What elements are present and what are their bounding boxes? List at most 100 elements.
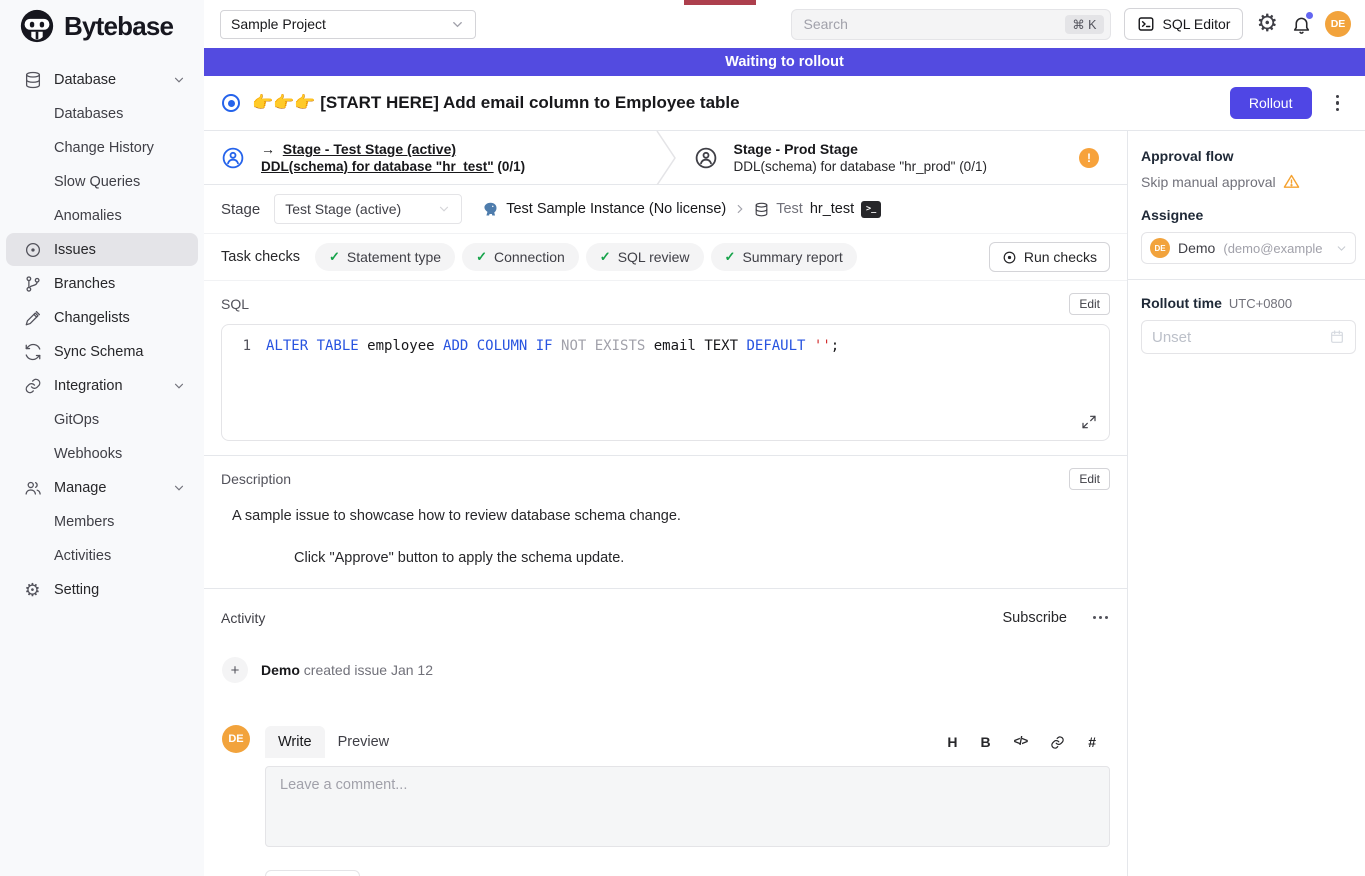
stage-cards: → Stage - Test Stage (active) DDL(schema… bbox=[204, 131, 1127, 185]
sidebar-item-label: Webhooks bbox=[54, 446, 122, 462]
sidebar-item-anomalies[interactable]: Anomalies bbox=[6, 199, 198, 232]
stage-card-test[interactable]: → Stage - Test Stage (active) DDL(schema… bbox=[204, 131, 655, 184]
sidebar-item-label: Slow Queries bbox=[54, 174, 140, 190]
issue-icon bbox=[23, 240, 42, 259]
link-icon bbox=[23, 376, 42, 395]
instance-name[interactable]: Test Sample Instance (No license) bbox=[506, 201, 726, 217]
run-checks-button[interactable]: Run checks bbox=[989, 242, 1110, 272]
sidebar: Bytebase Database Databases Change Histo… bbox=[0, 0, 204, 876]
sidebar-item-database[interactable]: Database bbox=[6, 63, 198, 96]
environment-label: Test bbox=[776, 201, 803, 217]
stage-separator-chevron bbox=[655, 131, 677, 184]
stage-name: Stage - Prod Stage bbox=[734, 141, 987, 157]
subscribe-button[interactable]: Subscribe bbox=[1003, 610, 1067, 626]
check-icon: ✓ bbox=[600, 249, 611, 265]
check-pill-connection[interactable]: ✓Connection bbox=[462, 243, 579, 271]
database-icon bbox=[23, 70, 42, 89]
sidebar-item-databases[interactable]: Databases bbox=[6, 97, 198, 130]
check-pill-sql-review[interactable]: ✓SQL review bbox=[586, 243, 704, 271]
tab-preview[interactable]: Preview bbox=[325, 726, 403, 758]
sidebar-item-integration[interactable]: Integration bbox=[6, 369, 198, 402]
pencil-ruler-icon bbox=[23, 308, 42, 327]
sidebar-item-label: Change History bbox=[54, 140, 154, 156]
rollout-time-input[interactable]: Unset bbox=[1141, 320, 1356, 354]
check-icon: ✓ bbox=[725, 249, 736, 265]
comment-submit-button[interactable]: Comment bbox=[265, 870, 360, 876]
stage-label: Stage bbox=[221, 201, 260, 218]
calendar-icon bbox=[1329, 329, 1345, 345]
sidebar-item-slow-queries[interactable]: Slow Queries bbox=[6, 165, 198, 198]
rollout-time-title: Rollout time bbox=[1141, 295, 1222, 311]
plus-icon: + bbox=[222, 657, 248, 683]
sidebar-item-changelists[interactable]: Changelists bbox=[6, 301, 198, 334]
description-section: Description Edit A sample issue to showc… bbox=[204, 456, 1127, 589]
activity-menu-button[interactable] bbox=[1091, 612, 1110, 623]
sql-edit-button[interactable]: Edit bbox=[1069, 293, 1110, 315]
stage-select[interactable]: Test Stage (active) bbox=[274, 194, 462, 224]
rollout-time-value: Unset bbox=[1152, 329, 1191, 346]
chevron-down-icon bbox=[437, 202, 451, 216]
issue-title: 👉👉👉 [START HERE] Add email column to Emp… bbox=[252, 93, 740, 113]
check-pill-summary-report[interactable]: ✓Summary report bbox=[711, 243, 857, 271]
project-selector-value: Sample Project bbox=[231, 16, 326, 32]
stage-card-prod[interactable]: Stage - Prod Stage DDL(schema) for datab… bbox=[677, 131, 1128, 184]
app-root: Bytebase Database Databases Change Histo… bbox=[0, 0, 1365, 876]
sidebar-item-branches[interactable]: Branches bbox=[6, 267, 198, 300]
stage-detail: DDL(schema) for database "hr_prod" (0/1) bbox=[734, 159, 987, 174]
sql-editor-button[interactable]: SQL Editor bbox=[1124, 8, 1244, 40]
branch-icon bbox=[23, 274, 42, 293]
task-checks-label: Task checks bbox=[221, 249, 300, 265]
sidebar-item-sync-schema[interactable]: Sync Schema bbox=[6, 335, 198, 368]
sidebar-item-members[interactable]: Members bbox=[6, 505, 198, 538]
brand-name: Bytebase bbox=[64, 11, 173, 42]
chevron-down-icon bbox=[450, 17, 465, 32]
sidebar-item-activities[interactable]: Activities bbox=[6, 539, 198, 572]
search-placeholder: Search bbox=[804, 16, 848, 32]
notifications-button[interactable] bbox=[1291, 14, 1312, 35]
stage-detail: DDL(schema) for database "hr_test" bbox=[261, 159, 494, 174]
check-pill-statement-type[interactable]: ✓Statement type bbox=[315, 243, 455, 271]
sidebar-nav: Database Databases Change History Slow Q… bbox=[0, 52, 204, 607]
sidebar-item-change-history[interactable]: Change History bbox=[6, 131, 198, 164]
link-icon[interactable] bbox=[1050, 735, 1065, 750]
issue-side-panel: Approval flow Skip manual approval Assig… bbox=[1127, 131, 1365, 876]
tab-write[interactable]: Write bbox=[265, 726, 325, 758]
chevron-down-icon bbox=[172, 73, 186, 87]
rollout-button[interactable]: Rollout bbox=[1230, 87, 1312, 119]
settings-button[interactable]: ⚙ bbox=[1256, 12, 1278, 36]
sidebar-item-label: Members bbox=[54, 514, 114, 530]
sidebar-item-issues[interactable]: Issues bbox=[6, 233, 198, 266]
open-sql-editor-icon[interactable]: >_ bbox=[861, 201, 881, 218]
database-breadcrumb: Test Sample Instance (No license) Test h… bbox=[482, 201, 881, 218]
expand-icon[interactable] bbox=[1081, 414, 1097, 430]
bytebase-logo-icon bbox=[18, 7, 56, 45]
search-input[interactable]: Search ⌘ K bbox=[791, 9, 1111, 40]
sidebar-item-manage[interactable]: Manage bbox=[6, 471, 198, 504]
sidebar-item-gitops[interactable]: GitOps bbox=[6, 403, 198, 436]
hash-icon[interactable]: # bbox=[1088, 734, 1096, 750]
users-icon bbox=[23, 478, 42, 497]
assignee-select[interactable]: DE Demo (demo@example bbox=[1141, 232, 1356, 264]
bold-icon[interactable]: B bbox=[980, 734, 990, 750]
gear-icon: ⚙ bbox=[1256, 12, 1278, 36]
code-icon[interactable]: </> bbox=[1014, 736, 1028, 748]
stage-progress: (0/1) bbox=[494, 159, 526, 174]
issue-menu-button[interactable] bbox=[1332, 91, 1344, 116]
check-icon: ✓ bbox=[476, 249, 487, 265]
description-edit-button[interactable]: Edit bbox=[1069, 468, 1110, 490]
sync-icon bbox=[23, 342, 42, 361]
comment-input[interactable] bbox=[265, 766, 1110, 847]
heading-icon[interactable]: H bbox=[947, 734, 957, 750]
sidebar-item-label: GitOps bbox=[54, 412, 99, 428]
format-toolbar: H B </> # bbox=[947, 734, 1110, 750]
sidebar-item-setting[interactable]: ⚙ Setting bbox=[6, 573, 198, 606]
stage-select-value: Test Stage (active) bbox=[285, 201, 401, 217]
sidebar-item-webhooks[interactable]: Webhooks bbox=[6, 437, 198, 470]
database-name[interactable]: hr_test bbox=[810, 201, 854, 217]
sql-code-editor[interactable]: 1 ALTER TABLE employee ADD COLUMN IF NOT… bbox=[221, 324, 1110, 441]
comment-editor: DE ••• Write Preview H B </> bbox=[222, 725, 1110, 876]
brand-logo[interactable]: Bytebase bbox=[0, 0, 204, 52]
project-selector[interactable]: Sample Project bbox=[220, 10, 476, 39]
user-avatar[interactable]: DE bbox=[1325, 11, 1351, 37]
database-icon bbox=[754, 202, 769, 217]
